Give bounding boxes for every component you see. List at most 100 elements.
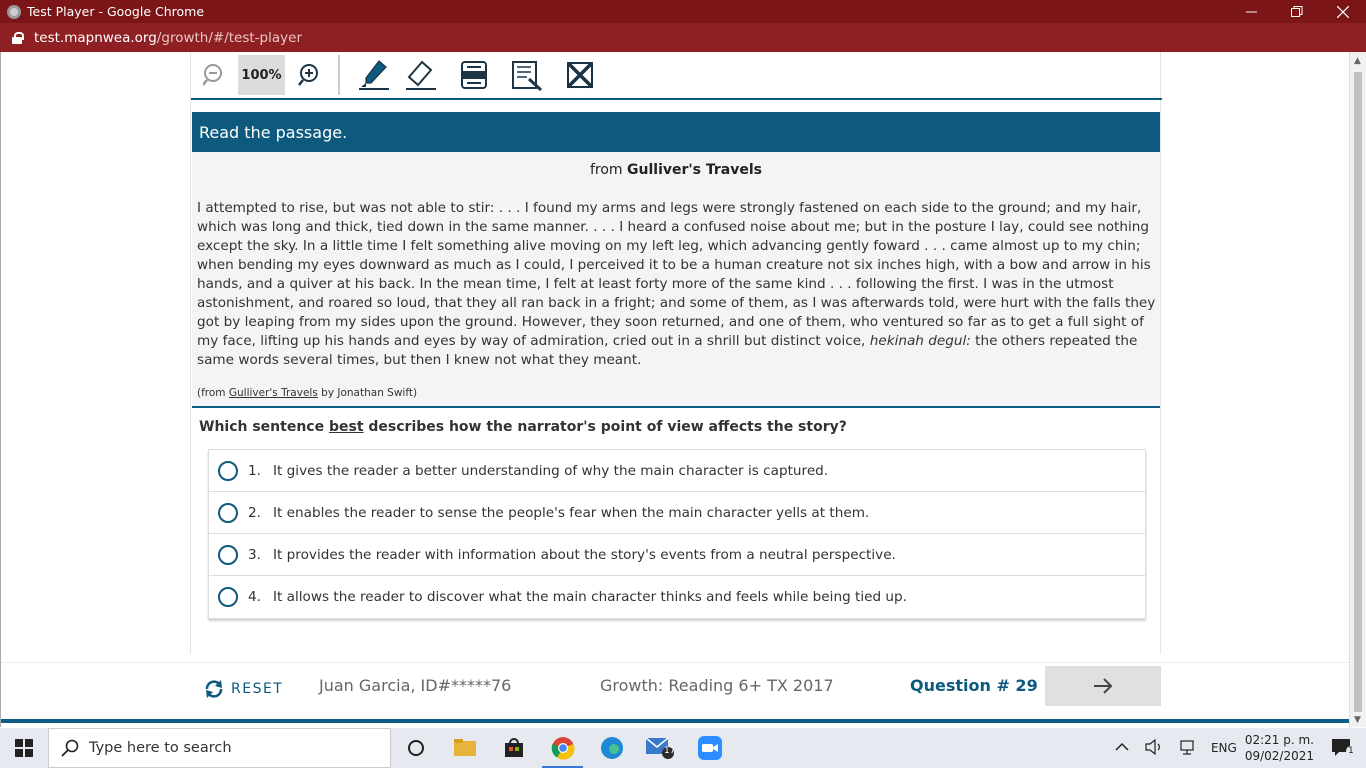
line-reader-button[interactable] xyxy=(450,55,497,95)
windows-taskbar: Type here to search 17 ENG 02:21 p. m. 0 xyxy=(0,728,1366,768)
show-hidden-icons-button[interactable] xyxy=(1115,741,1129,755)
answer-eliminator-button[interactable] xyxy=(556,55,603,95)
question-number: Question # 29 xyxy=(910,676,1038,695)
eraser-icon xyxy=(405,60,436,90)
zoom-in-icon xyxy=(297,64,318,86)
chrome-taskbar-button[interactable] xyxy=(538,728,587,768)
choice-number: 2. xyxy=(248,504,261,521)
answer-eliminator-icon xyxy=(566,61,593,89)
choice-text: It provides the reader with information … xyxy=(273,546,896,563)
file-explorer-button[interactable] xyxy=(440,728,489,768)
notepad-button[interactable] xyxy=(503,55,550,95)
page-viewport: 100% Read the passage. from Gulliver's T… xyxy=(0,52,1366,727)
window-title-bar: Test Player - Google Chrome xyxy=(0,0,1366,23)
next-question-button[interactable] xyxy=(1045,666,1161,706)
test-toolbar: 100% xyxy=(191,52,1162,100)
test-stage: 100% Read the passage. from Gulliver's T… xyxy=(190,52,1162,654)
minimize-button[interactable] xyxy=(1228,0,1274,23)
eraser-button[interactable] xyxy=(397,55,444,95)
passage-body-italic: hekinah degul: xyxy=(869,333,971,349)
zoom-level: 100% xyxy=(238,55,285,95)
folder-icon xyxy=(453,739,476,756)
network-button[interactable] xyxy=(1179,739,1195,758)
choice-number: 3. xyxy=(248,546,261,563)
citation-author: by Jonathan Swift) xyxy=(321,387,418,399)
scroll-up-icon[interactable]: ▲ xyxy=(1354,56,1361,66)
answer-choice-2[interactable]: 2. It enables the reader to sense the pe… xyxy=(209,492,1145,534)
toolbar-divider xyxy=(338,55,340,95)
choice-text: It enables the reader to sense the peopl… xyxy=(273,504,870,521)
line-reader-icon xyxy=(460,61,487,89)
highlighter-button[interactable] xyxy=(350,55,397,95)
notification-count: 1 xyxy=(1346,745,1356,756)
mail-taskbar-button[interactable]: 17 xyxy=(636,728,685,768)
passage-body: I attempted to rise, but was not able to… xyxy=(197,199,1159,370)
lock-icon xyxy=(12,31,24,44)
answer-choice-1[interactable]: 1. It gives the reader a better understa… xyxy=(209,450,1145,492)
url-host: test.mapnwea.org xyxy=(34,29,157,46)
passage-header: Read the passage. xyxy=(192,112,1160,152)
reset-label: RESET xyxy=(231,681,284,697)
video-camera-icon xyxy=(697,736,722,760)
taskbar-search[interactable]: Type here to search xyxy=(48,728,391,768)
choice-text: It gives the reader a better understandi… xyxy=(273,462,829,479)
answer-choice-3[interactable]: 3. It provides the reader with informati… xyxy=(209,534,1145,576)
scroll-down-icon[interactable]: ▼ xyxy=(1354,715,1361,725)
edge-taskbar-button[interactable] xyxy=(587,728,636,768)
radio-button[interactable] xyxy=(218,502,238,523)
question-prompt: Which sentence best describes how the na… xyxy=(199,419,847,435)
citation-open: (from xyxy=(197,387,226,399)
minimize-icon xyxy=(1245,11,1257,13)
zoom-out-icon xyxy=(202,64,222,86)
system-tray: ENG 02:21 p. m. 09/02/2021 1 xyxy=(1107,728,1366,768)
network-icon xyxy=(1180,739,1194,755)
question-after: describes how the narrator's point of vi… xyxy=(368,419,847,435)
zoom-in-button[interactable] xyxy=(285,55,332,95)
reset-button[interactable]: RESET xyxy=(203,678,283,700)
test-name: Growth: Reading 6+ TX 2017 xyxy=(600,676,834,695)
clock-time: 02:21 p. m. xyxy=(1244,733,1314,747)
passage-title-text: Gulliver's Travels xyxy=(627,162,763,178)
url-text[interactable]: test.mapnwea.org/growth/#/test-player xyxy=(34,30,302,46)
citation-title: Gulliver's Travels xyxy=(228,387,318,399)
zoom-taskbar-button[interactable] xyxy=(685,728,734,768)
question-before: Which sentence xyxy=(199,419,325,435)
task-view-button[interactable] xyxy=(391,728,440,768)
restore-button[interactable] xyxy=(1274,0,1320,23)
mail-badge: 17 xyxy=(664,746,676,756)
edge-icon xyxy=(600,737,623,759)
speaker-icon xyxy=(1145,738,1160,755)
radio-button[interactable] xyxy=(218,544,238,565)
volume-button[interactable] xyxy=(1145,738,1163,758)
passage-body-part1: I attempted to rise, but was not able to… xyxy=(197,200,1156,349)
start-button[interactable] xyxy=(0,728,48,768)
restore-icon xyxy=(1291,5,1303,17)
test-footer: RESET Juan Garcia, ID#*****76 Growth: Re… xyxy=(1,662,1350,719)
reset-icon xyxy=(205,680,223,698)
page-scrollbar[interactable]: ▲ ▼ xyxy=(1349,52,1366,727)
question-emphasis: best xyxy=(328,419,364,435)
answer-choices: 1. It gives the reader a better understa… xyxy=(208,449,1146,619)
store-icon xyxy=(504,738,523,757)
choice-number: 4. xyxy=(248,589,261,605)
answer-choice-4[interactable]: 4. It allows the reader to discover what… xyxy=(209,576,1145,618)
close-icon xyxy=(1337,5,1349,18)
address-bar[interactable]: test.mapnwea.org/growth/#/test-player xyxy=(0,23,1366,52)
notepad-icon xyxy=(511,61,542,91)
radio-button[interactable] xyxy=(218,460,238,481)
window-title: Test Player - Google Chrome xyxy=(27,4,205,19)
footer-divider xyxy=(1,719,1350,723)
close-window-button[interactable] xyxy=(1320,0,1366,23)
store-button[interactable] xyxy=(489,728,538,768)
zoom-out-button[interactable] xyxy=(191,55,238,95)
notifications-button[interactable]: 1 xyxy=(1332,738,1356,759)
arrow-right-icon xyxy=(1094,678,1113,694)
language-indicator[interactable]: ENG xyxy=(1211,741,1237,755)
search-placeholder: Type here to search xyxy=(89,740,232,756)
clock-date: 09/02/2021 xyxy=(1244,749,1314,763)
radio-button[interactable] xyxy=(218,587,238,607)
windows-logo-icon xyxy=(15,739,33,757)
search-icon xyxy=(61,739,79,757)
scrollbar-thumb[interactable] xyxy=(1354,72,1362,712)
clock[interactable]: 02:21 p. m. 09/02/2021 xyxy=(1245,732,1314,764)
